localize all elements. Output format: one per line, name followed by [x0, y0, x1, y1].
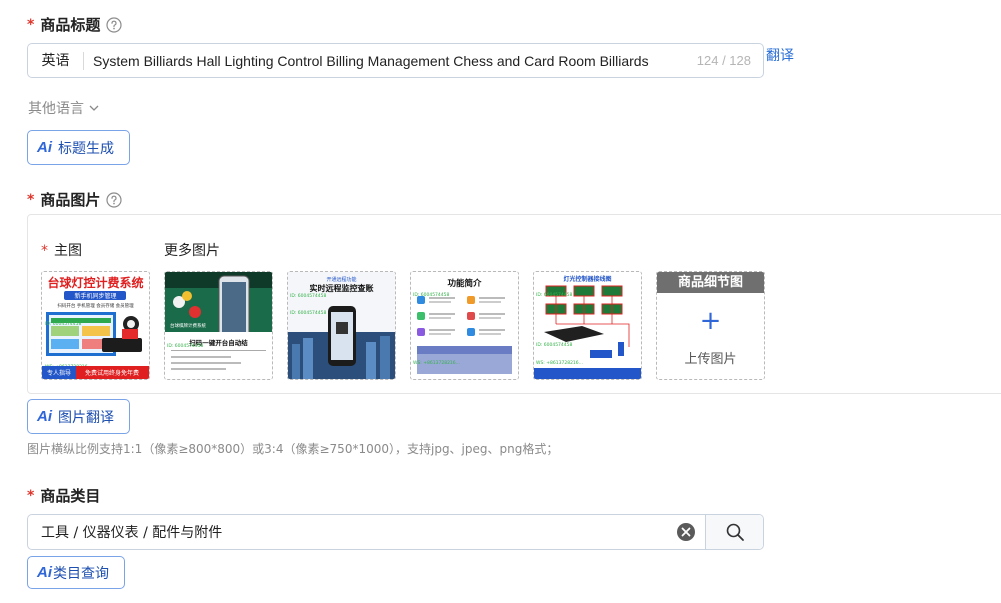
svg-text:实时远程监控查账: 实时远程监控查账 — [310, 283, 374, 293]
help-circle-icon[interactable] — [106, 16, 122, 33]
more-image-thumbnail-2[interactable]: 开通远程功能 实时远程监控查账 ID: 6004574458 ID: 60045… — [287, 271, 396, 380]
language-prefix: 英语 — [28, 51, 84, 70]
more-image-thumbnail-4[interactable]: 灯光控制器接线图 ID: 6004574458 ID: 6004574458 W… — [533, 271, 642, 380]
svg-text:免费试用终身免年费: 免费试用终身免年费 — [85, 369, 139, 377]
image-format-hint: 图片横纵比例支持1:1（像素≥800*800）或3:4（像素≥750*1000）… — [27, 442, 559, 456]
category-label-text: 商品类目 — [40, 487, 101, 505]
svg-text:功能简介: 功能简介 — [447, 278, 482, 289]
character-counter: 124 / 128 — [696, 53, 751, 68]
main-image-graphic: 台球灯控计费系统 新手机同步管理 扫码开台 手机管理 会员存储 会员管理 ID:… — [42, 272, 149, 379]
more-image-1-graphic: 台球棋牌计费系统 扫码一键开台自动结 ID: 6004574458 — [165, 272, 272, 379]
ai-icon: Ai — [37, 408, 52, 425]
search-icon — [726, 523, 744, 541]
category-search-button[interactable] — [705, 515, 763, 549]
main-image-thumbnail[interactable]: 台球灯控计费系统 新手机同步管理 扫码开台 手机管理 会员存储 会员管理 ID:… — [41, 271, 150, 380]
ai-icon: Ai — [37, 564, 52, 581]
svg-text:ID: 6004574458: ID: 6004574458 — [290, 310, 327, 316]
ai-title-generate-button[interactable]: Ai 标题生成 — [27, 130, 130, 165]
category-value[interactable]: 工具 / 仪器仪表 / 配件与附件 — [28, 522, 676, 542]
ai-category-query-label: 类目查询 — [53, 565, 109, 582]
ai-image-translate-label: 图片翻译 — [58, 409, 114, 426]
category-section-label: * 商品类目 — [27, 485, 100, 506]
more-image-thumbnail-3[interactable]: 功能简介 ID: 6004574458 WS: +8613728216... — [410, 271, 519, 380]
upload-detail-image-button[interactable]: 商品细节图 + 上传图片 — [656, 271, 765, 380]
upload-image-label: 上传图片 — [684, 352, 737, 367]
svg-text:扫码开台 手机管理 会员存储 会员管理: 扫码开台 手机管理 会员存储 会员管理 — [57, 302, 134, 309]
category-input[interactable]: 工具 / 仪器仪表 / 配件与附件 — [27, 514, 764, 550]
svg-text:ID: 6004574458: ID: 6004574458 — [536, 292, 573, 298]
clear-circle-icon[interactable] — [676, 522, 696, 542]
other-languages-toggle[interactable]: 其他语言 — [28, 98, 100, 118]
translate-link[interactable]: 翻译 — [766, 45, 794, 65]
svg-text:ID: 6004574458: ID: 6004574458 — [290, 293, 327, 299]
main-image-label: * 主图 — [41, 243, 82, 259]
help-circle-icon[interactable] — [106, 191, 122, 208]
title-section-label: * 商品标题 — [27, 14, 122, 35]
svg-text:ID: 6004574458: ID: 6004574458 — [167, 343, 204, 349]
ai-icon: Ai — [37, 139, 52, 156]
svg-text:ID: 6004574458: ID: 6004574458 — [45, 321, 82, 327]
title-label-text: 商品标题 — [40, 16, 101, 34]
plus-icon: + — [699, 306, 722, 336]
chevron-down-icon — [89, 105, 99, 111]
ai-category-query-button[interactable]: Ai 类目查询 — [27, 556, 125, 589]
more-images-label: 更多图片 — [164, 243, 220, 259]
product-title-input[interactable]: 英语 System Billiards Hall Lighting Contro… — [27, 43, 764, 78]
svg-text:台球棋牌计费系统: 台球棋牌计费系统 — [170, 322, 206, 329]
ai-title-generate-label: 标题生成 — [58, 140, 114, 157]
svg-text:WS: +8613728216...: WS: +8613728216... — [413, 360, 460, 366]
svg-text:台球灯控计费系统: 台球灯控计费系统 — [47, 275, 143, 290]
detail-image-header: 商品细节图 — [657, 272, 764, 293]
more-image-3-graphic: 功能简介 ID: 6004574458 WS: +8613728216... — [411, 272, 518, 379]
svg-text:WS: +8613728216...: WS: +8613728216... — [536, 360, 583, 366]
more-image-2-graphic: 开通远程功能 实时远程监控查账 ID: 6004574458 ID: 60045… — [288, 272, 395, 379]
required-mark: * — [41, 243, 48, 259]
image-section-label: * 商品图片 — [27, 189, 122, 210]
other-languages-label: 其他语言 — [28, 101, 84, 117]
required-mark: * — [27, 16, 35, 33]
svg-text:ID: 6004574458: ID: 6004574458 — [536, 342, 573, 348]
svg-text:开通远程功能: 开通远程功能 — [326, 276, 356, 283]
ai-image-translate-button[interactable]: Ai 图片翻译 — [27, 399, 130, 434]
more-image-thumbnail-1[interactable]: 台球棋牌计费系统 扫码一键开台自动结 ID: 6004574458 — [164, 271, 273, 380]
svg-text:ID: 6004574458: ID: 6004574458 — [413, 292, 450, 298]
svg-text:专人指导: 专人指导 — [47, 369, 71, 377]
required-mark: * — [27, 487, 35, 504]
required-mark: * — [27, 191, 35, 208]
image-label-text: 商品图片 — [40, 191, 101, 209]
product-title-value[interactable]: System Billiards Hall Lighting Control B… — [84, 53, 691, 69]
svg-text:灯光控制器接线图: 灯光控制器接线图 — [563, 275, 611, 283]
svg-text:新手机同步管理: 新手机同步管理 — [74, 292, 116, 300]
more-image-4-graphic: 灯光控制器接线图 ID: 6004574458 ID: 6004574458 W… — [534, 272, 641, 379]
